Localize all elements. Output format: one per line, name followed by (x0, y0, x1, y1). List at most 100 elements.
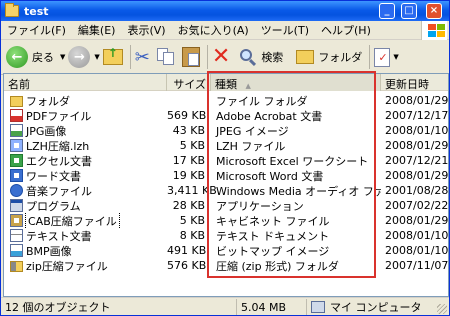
delete-button[interactable]: ✕ (212, 42, 230, 72)
file-name-cell[interactable]: プログラム (4, 198, 167, 214)
toolbar-separator (129, 45, 131, 69)
folders-icon (296, 50, 315, 64)
window-title: test (24, 4, 49, 18)
file-name: JPG画像 (26, 124, 67, 138)
maximize-button[interactable]: □ (401, 3, 417, 19)
toolbar: ← 戻る ▼ → ▼ ↑ ✂ ✕ 検索 フォルダ ✓ ▼ (1, 40, 449, 75)
status-location-label: マイ コンピュータ (330, 301, 422, 314)
search-icon (239, 48, 257, 67)
menu-bar: ファイル(F) 編集(E) 表示(V) お気に入り(A) ツール(T) ヘルプ(… (1, 21, 449, 40)
file-date: 2001/08/28 21 (385, 184, 449, 197)
minimize-button[interactable]: _ (379, 3, 395, 19)
cab-archive-icon (10, 214, 23, 227)
jpg-image-icon (10, 124, 23, 137)
file-name: フォルダ (26, 94, 70, 108)
delete-x-icon: ✕ (211, 44, 231, 69)
cut-button[interactable]: ✂ (135, 42, 150, 72)
views-icon: ✓ (374, 47, 391, 67)
copy-icon (156, 48, 175, 66)
file-name: BMP画像 (26, 244, 72, 258)
resize-grip[interactable] (437, 304, 447, 314)
status-location: マイ コンピュータ (307, 299, 422, 316)
column-header-name[interactable]: 名前 (4, 74, 167, 91)
word-file-icon (10, 169, 23, 182)
lzh-archive-icon (10, 139, 23, 152)
paste-button[interactable] (181, 42, 200, 72)
back-arrow-icon: ← (6, 46, 28, 68)
file-name: LZH圧縮.lzh (26, 139, 90, 153)
file-date: 2008/01/29 13 (385, 94, 449, 107)
file-size: 19 KB (172, 169, 205, 182)
file-name: ワード文書 (26, 169, 81, 183)
zip-archive-icon (10, 260, 23, 272)
menu-tools[interactable]: ツール(T) (255, 22, 315, 38)
file-name: PDFファイル (26, 109, 92, 123)
column-header-date[interactable]: 更新日時 (381, 74, 448, 91)
file-name: テキスト文書 (26, 229, 92, 243)
status-bar: 12 個のオブジェクト 5.04 MB マイ コンピュータ (1, 297, 449, 316)
file-size: 43 KB (172, 124, 205, 137)
file-date: 2007/12/17 12 (385, 109, 449, 122)
status-object-count: 12 個のオブジェクト (1, 298, 237, 315)
file-name-cell[interactable]: LZH圧縮.lzh (4, 138, 167, 154)
file-size: 17 KB (172, 154, 205, 167)
back-label: 戻る (32, 51, 54, 64)
file-date: 2007/11/07 16 (385, 259, 449, 272)
menu-help[interactable]: ヘルプ(H) (315, 22, 377, 38)
file-name: zip圧縮ファイル (26, 259, 108, 273)
menu-view[interactable]: 表示(V) (121, 22, 171, 38)
chevron-down-icon[interactable]: ▼ (60, 53, 65, 61)
explorer-window: test _ □ × ファイル(F) 編集(E) 表示(V) お気に入り(A) … (0, 0, 450, 316)
file-date: 2008/01/29 13 (385, 139, 449, 152)
menu-file[interactable]: ファイル(F) (1, 22, 72, 38)
close-button[interactable]: × (426, 3, 442, 19)
file-size: 5 KB (179, 214, 205, 227)
file-date: 2008/01/10 13 (385, 229, 449, 242)
file-name-cell[interactable]: CAB圧縮ファイル (4, 212, 167, 229)
menu-edit[interactable]: 編集(E) (72, 22, 122, 38)
file-name-cell[interactable]: PDFファイル (4, 108, 167, 124)
file-name: CAB圧縮ファイル (25, 212, 120, 229)
file-name-cell[interactable]: BMP画像 (4, 243, 167, 259)
audio-file-icon (10, 184, 23, 197)
column-header-size[interactable]: サイズ (167, 74, 211, 91)
views-button[interactable]: ✓ ▼ (374, 42, 399, 72)
text-file-icon (10, 229, 23, 242)
folders-label: フォルダ (318, 51, 363, 64)
paste-icon (181, 47, 200, 67)
bmp-image-icon (10, 244, 23, 257)
file-date: 2008/01/29 13 (385, 214, 449, 227)
file-name-cell[interactable]: フォルダ (4, 93, 167, 109)
up-folder-icon: ↑ (102, 46, 123, 65)
file-date: 2008/01/29 13 (385, 169, 449, 182)
back-button[interactable]: ← 戻る ▼ (6, 42, 65, 72)
file-name-cell[interactable]: zip圧縮ファイル (4, 258, 167, 274)
pdf-file-icon (10, 109, 23, 122)
file-name-cell[interactable]: エクセル文書 (4, 153, 167, 169)
file-name-cell[interactable]: 音楽ファイル (4, 183, 167, 199)
chevron-down-icon[interactable]: ▼ (94, 53, 99, 61)
title-bar[interactable]: test _ □ × (1, 1, 449, 21)
my-computer-icon (311, 301, 325, 313)
search-button[interactable]: 検索 (239, 42, 283, 72)
up-folder-button[interactable]: ↑ (102, 42, 123, 72)
status-total-size: 5.04 MB (237, 298, 307, 315)
forward-arrow-icon: → (68, 46, 91, 68)
type-column-highlight-box (207, 71, 376, 278)
copy-button[interactable] (156, 42, 175, 72)
file-name-cell[interactable]: テキスト文書 (4, 228, 167, 244)
scissors-icon: ✂ (134, 46, 150, 68)
folders-button[interactable]: フォルダ (296, 42, 362, 72)
forward-button[interactable]: → ▼ (68, 42, 100, 72)
file-name: エクセル文書 (26, 154, 92, 168)
file-size: 569 KB (167, 109, 207, 122)
file-size: 3,411 KB (167, 184, 217, 197)
file-name-cell[interactable]: JPG画像 (4, 123, 167, 139)
file-date: 2007/12/21 18 (385, 154, 449, 167)
windows-logo-icon (421, 21, 447, 40)
file-size: 576 KB (167, 259, 207, 272)
file-name-cell[interactable]: ワード文書 (4, 168, 167, 184)
chevron-down-icon[interactable]: ▼ (393, 53, 398, 61)
file-date: 2008/01/10 13 (385, 124, 449, 137)
menu-favorites[interactable]: お気に入り(A) (172, 22, 255, 38)
